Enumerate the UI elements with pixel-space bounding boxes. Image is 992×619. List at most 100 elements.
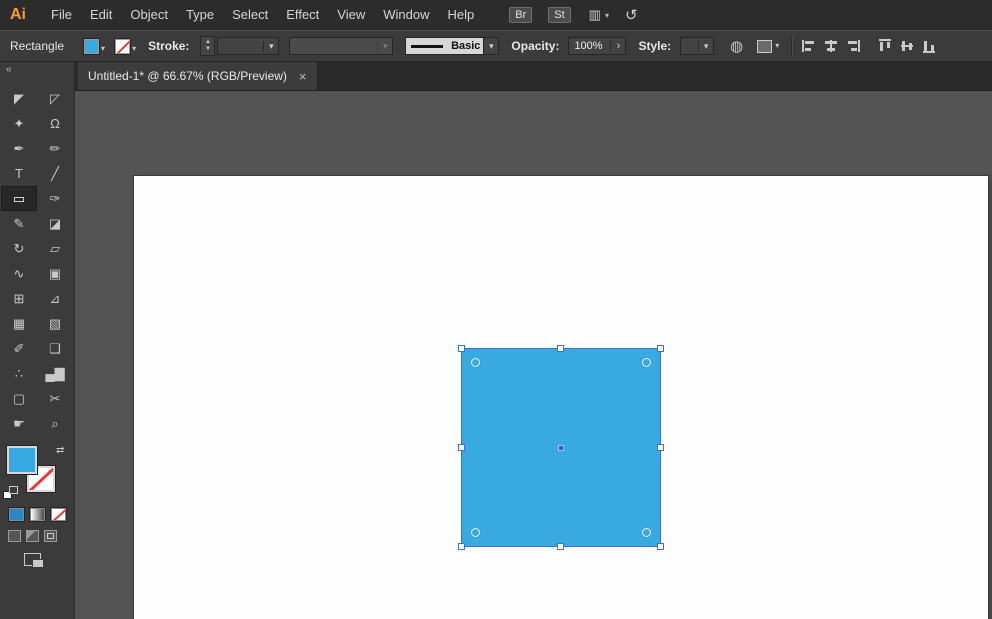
- mesh-tool[interactable]: ▦: [1, 311, 37, 336]
- none-button[interactable]: [51, 508, 66, 521]
- fill-color-control[interactable]: ▾: [84, 39, 105, 54]
- free-transform-tool[interactable]: ▣: [37, 261, 73, 286]
- selection-handle-nw[interactable]: [458, 345, 465, 352]
- workspace-switcher[interactable]: ▥ ▾: [589, 7, 609, 23]
- menu-window[interactable]: Window: [374, 0, 438, 30]
- lasso-tool[interactable]: Ω: [37, 111, 73, 136]
- zoom-tool[interactable]: ⌕: [37, 411, 73, 436]
- column-graph-tool[interactable]: ▄▇: [37, 361, 73, 386]
- direct-selection-tool[interactable]: ◸: [37, 86, 73, 111]
- drawing-modes-row: [0, 530, 74, 542]
- draw-normal-button[interactable]: [8, 530, 21, 542]
- shaper-tool[interactable]: ✎: [1, 211, 37, 236]
- menu-view[interactable]: View: [328, 0, 374, 30]
- brush-definition-select[interactable]: Basic ▾: [405, 37, 499, 55]
- recolor-artwork-icon[interactable]: ◍: [730, 37, 743, 55]
- selection-handle-s[interactable]: [557, 543, 564, 550]
- menu-help[interactable]: Help: [438, 0, 483, 30]
- stepper-up-icon[interactable]: ▲: [205, 39, 211, 46]
- chevron-down-icon[interactable]: ▾: [483, 38, 498, 54]
- menu-object[interactable]: Object: [121, 0, 177, 30]
- brush-stroke-preview: [411, 45, 443, 48]
- blend-tool[interactable]: ❏: [37, 336, 73, 361]
- selection-handle-w[interactable]: [458, 444, 465, 451]
- align-vertical-middle-button[interactable]: [896, 36, 918, 56]
- live-corner-widget-sw[interactable]: [471, 528, 480, 537]
- collapse-panel-icon[interactable]: «: [0, 62, 74, 78]
- chevron-down-icon[interactable]: ▾: [263, 41, 278, 52]
- align-horizontal-left-button[interactable]: [798, 36, 820, 56]
- default-fill-stroke-icon[interactable]: [3, 486, 18, 499]
- type-tool[interactable]: T: [1, 161, 37, 186]
- eyedropper-tool[interactable]: ✐: [1, 336, 37, 361]
- chevron-down-icon[interactable]: ▾: [101, 44, 105, 54]
- hand-tool[interactable]: ☛: [1, 411, 37, 436]
- scale-tool[interactable]: ▱: [37, 236, 73, 261]
- artboard-tool[interactable]: ▢: [1, 386, 37, 411]
- color-button[interactable]: [9, 508, 24, 521]
- graphic-style-select[interactable]: ▾: [680, 37, 714, 55]
- menu-edit[interactable]: Edit: [81, 0, 121, 30]
- chevron-down-icon: ▾: [377, 41, 392, 52]
- stepper-down-icon[interactable]: ▼: [205, 46, 211, 53]
- live-corner-widget-ne[interactable]: [642, 358, 651, 367]
- align-horizontal-center-button[interactable]: [820, 36, 842, 56]
- transform-menu-button[interactable]: ▾: [757, 40, 779, 53]
- gradient-button[interactable]: [30, 508, 45, 521]
- selection-handle-se[interactable]: [657, 543, 664, 550]
- stroke-color-control[interactable]: ▾: [115, 39, 136, 54]
- selection-handle-sw[interactable]: [458, 543, 465, 550]
- opacity-value[interactable]: 100%: [569, 40, 610, 52]
- opacity-menu-icon[interactable]: ›: [610, 40, 625, 52]
- chevron-down-icon[interactable]: ▾: [132, 44, 136, 54]
- live-corner-widget-se[interactable]: [642, 528, 651, 537]
- rotate-tool[interactable]: ↻: [1, 236, 37, 261]
- pen-tool[interactable]: ✒: [1, 136, 37, 161]
- align-vertical-bottom-button[interactable]: [918, 36, 940, 56]
- width-tool[interactable]: ∿: [1, 261, 37, 286]
- gradient-tool[interactable]: ▧: [37, 311, 73, 336]
- menu-select[interactable]: Select: [223, 0, 277, 30]
- eraser-tool[interactable]: ◪: [37, 211, 73, 236]
- rectangle-tool[interactable]: ▭: [1, 186, 37, 211]
- center-point-indicator[interactable]: [558, 445, 564, 451]
- draw-behind-button[interactable]: [26, 530, 39, 542]
- menu-effect[interactable]: Effect: [277, 0, 328, 30]
- align-horizontal-right-button[interactable]: [842, 36, 864, 56]
- document-tab[interactable]: Untitled-1* @ 66.67% (RGB/Preview) ×: [78, 62, 318, 90]
- line-segment-tool[interactable]: ╱: [37, 161, 73, 186]
- stroke-color-swatch[interactable]: [115, 39, 130, 54]
- selection-handle-ne[interactable]: [657, 345, 664, 352]
- bridge-button[interactable]: Br: [509, 7, 532, 23]
- stroke-width-select[interactable]: ▾: [217, 37, 279, 55]
- swap-fill-stroke-icon[interactable]: ⇄: [56, 445, 64, 456]
- fill-color-swatch[interactable]: [84, 39, 99, 54]
- curvature-tool[interactable]: ✏: [37, 136, 73, 161]
- opacity-input[interactable]: 100% ›: [568, 37, 626, 55]
- canvas-area[interactable]: [75, 91, 992, 619]
- paintbrush-tool[interactable]: ✑: [37, 186, 73, 211]
- fill-proxy-swatch[interactable]: [7, 446, 37, 474]
- menu-file[interactable]: File: [42, 0, 81, 30]
- selection-handle-e[interactable]: [657, 444, 664, 451]
- stroke-width-stepper[interactable]: ▲ ▼: [200, 36, 215, 56]
- align-vertical-top-button[interactable]: [874, 36, 896, 56]
- shape-builder-tool[interactable]: ⊞: [1, 286, 37, 311]
- stroke-label: Stroke:: [148, 39, 189, 53]
- draw-inside-button[interactable]: [44, 530, 57, 542]
- sync-settings-icon[interactable]: ↺: [625, 6, 638, 24]
- slice-tool[interactable]: ✂: [37, 386, 73, 411]
- change-screen-mode-button[interactable]: [24, 553, 46, 569]
- chevron-down-icon[interactable]: ▾: [698, 41, 713, 52]
- selection-tool[interactable]: ◤: [1, 86, 37, 111]
- selection-handle-n[interactable]: [557, 345, 564, 352]
- stock-button[interactable]: St: [548, 7, 570, 23]
- workspace: « ◤ ◸ ✦ Ω ✒ ✏ T ╱ ▭ ✑ ✎ ◪ ↻ ▱ ∿ ▣ ⊞ ⊿ ▦: [0, 62, 992, 619]
- menu-type[interactable]: Type: [177, 0, 223, 30]
- selected-rectangle-shape[interactable]: [462, 349, 660, 546]
- symbol-sprayer-tool[interactable]: ∴: [1, 361, 37, 386]
- perspective-grid-tool[interactable]: ⊿: [37, 286, 73, 311]
- live-corner-widget-nw[interactable]: [471, 358, 480, 367]
- close-icon[interactable]: ×: [299, 69, 307, 84]
- magic-wand-tool[interactable]: ✦: [1, 111, 37, 136]
